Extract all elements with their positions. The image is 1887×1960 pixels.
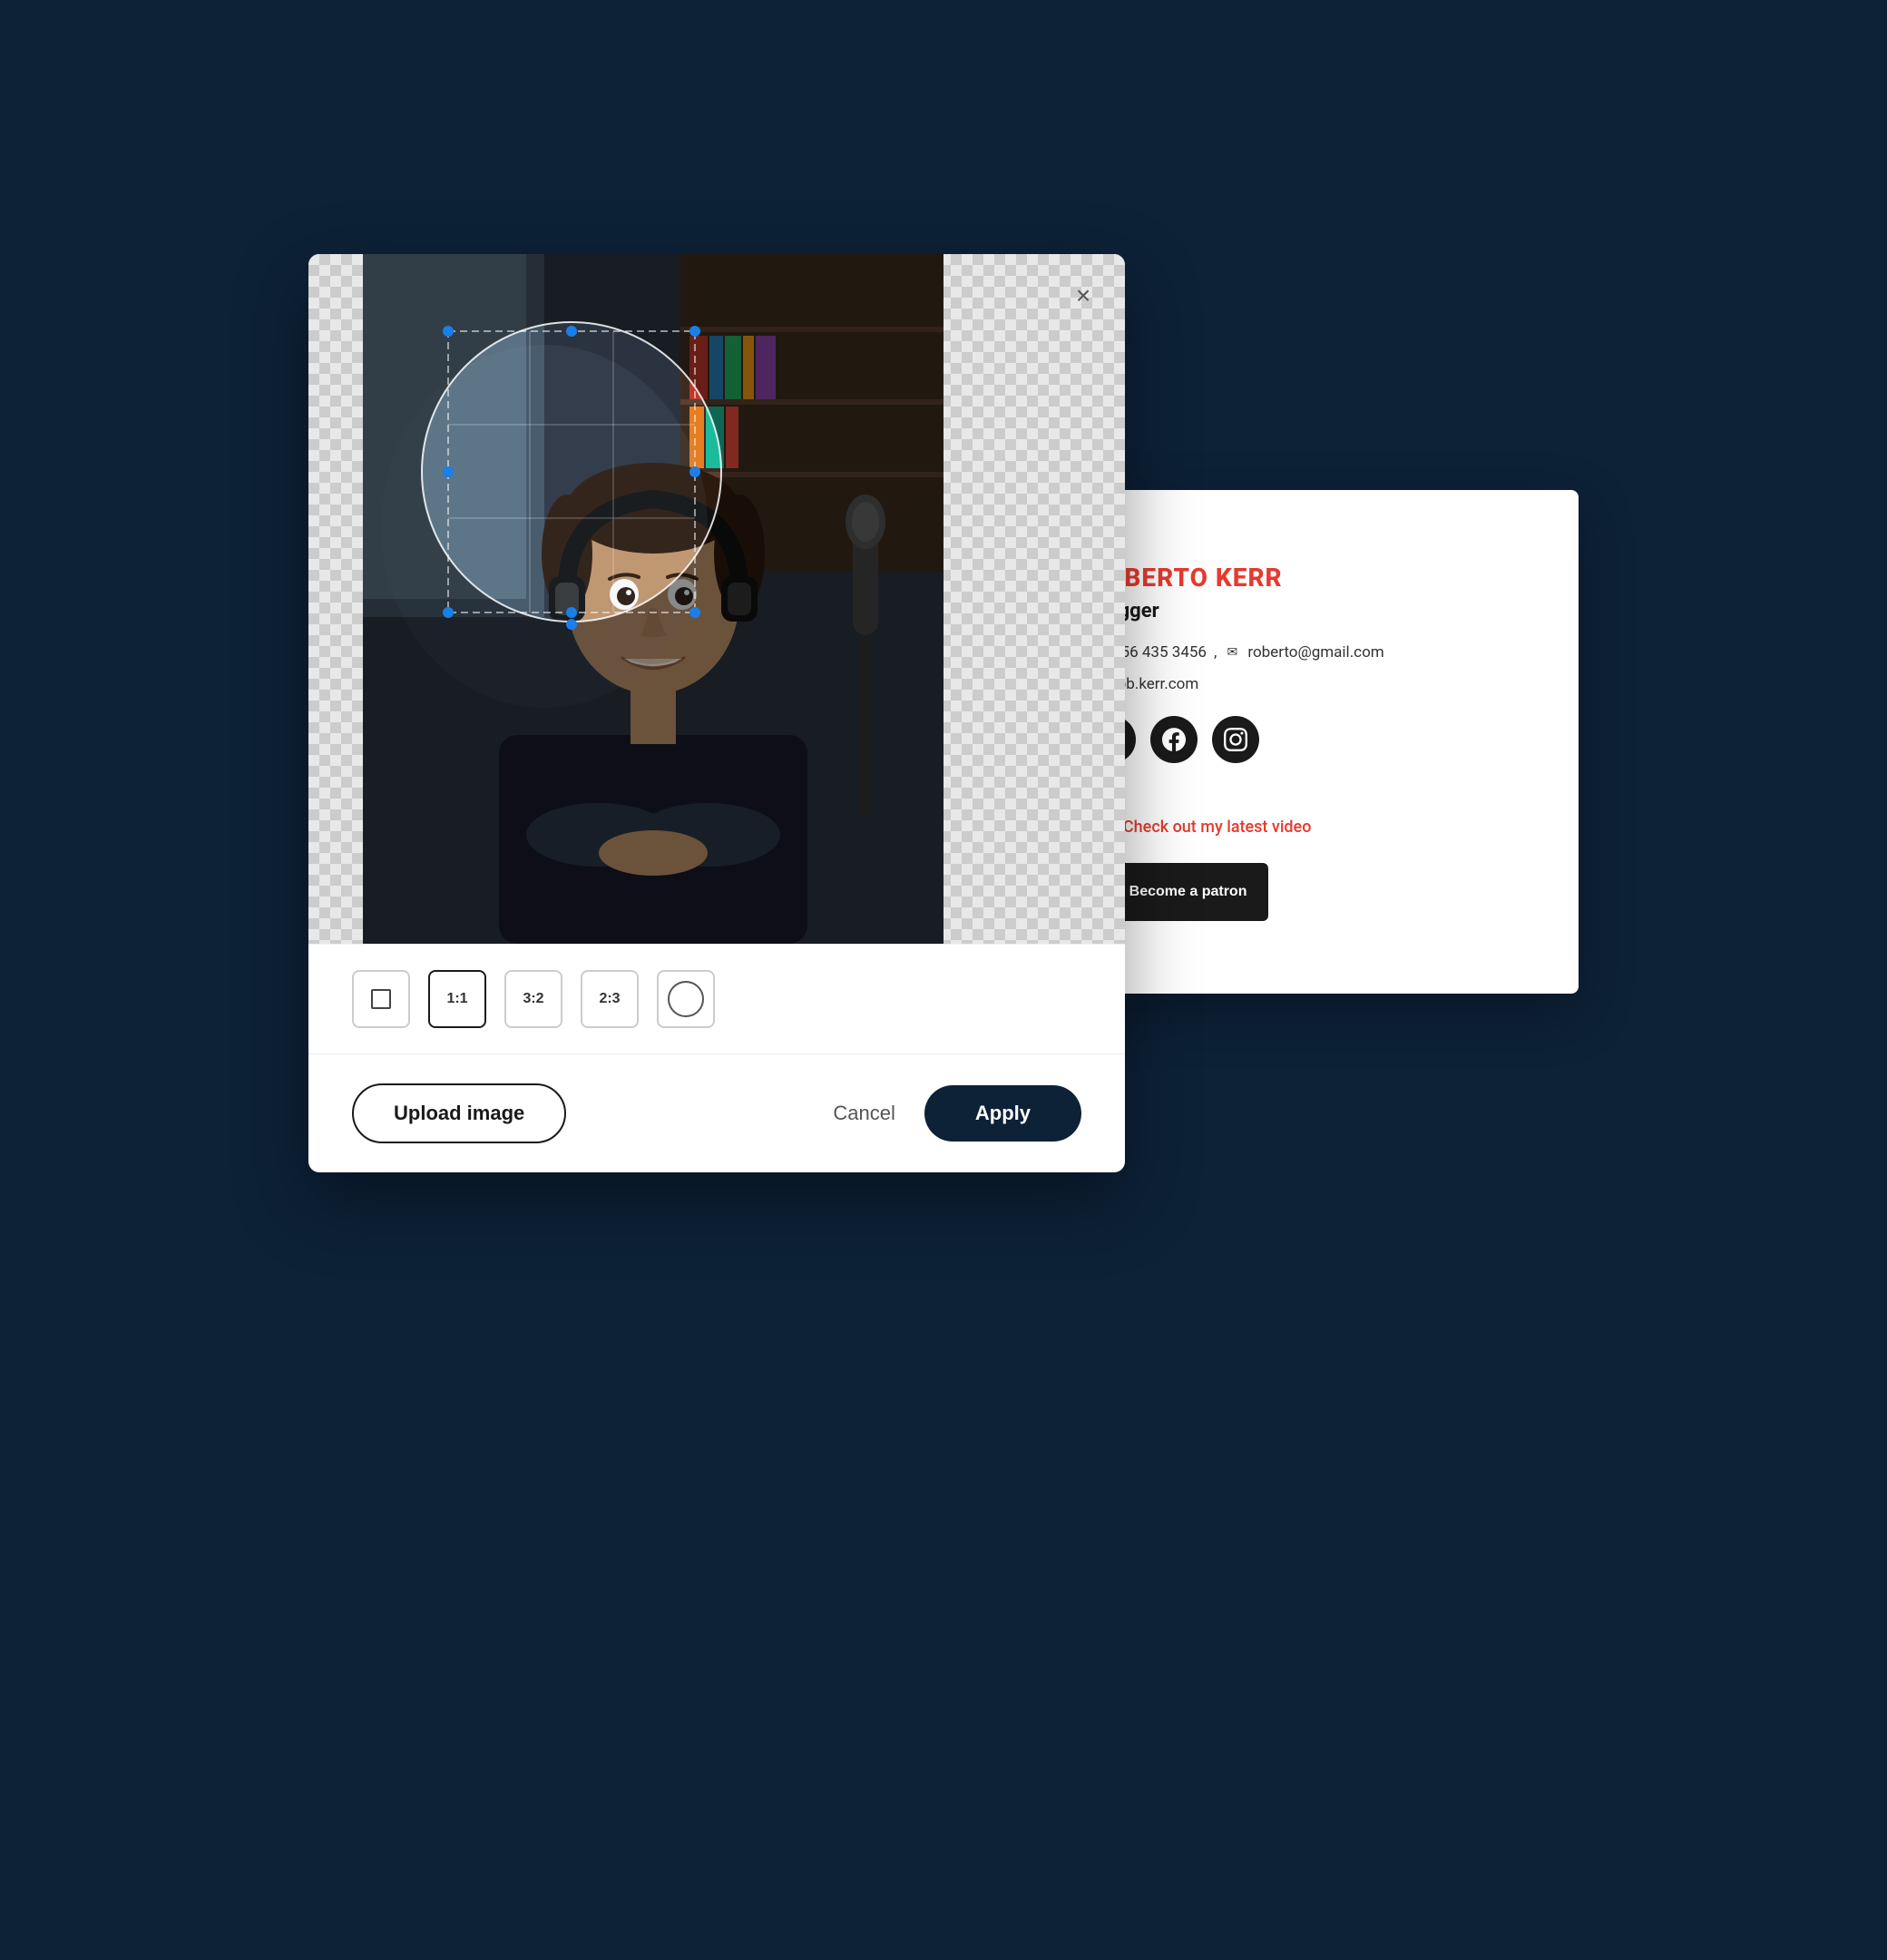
sig-website: rob.kerr.com — [1112, 671, 1198, 699]
instagram-button[interactable] — [1212, 716, 1259, 763]
ratio-2-3-button[interactable]: 2:3 — [581, 970, 639, 1028]
apply-button[interactable]: Apply — [924, 1085, 1081, 1142]
free-crop-button[interactable] — [352, 970, 410, 1028]
facebook-button[interactable] — [1150, 716, 1198, 763]
sig-website-line: 🌐 rob.kerr.com — [1089, 671, 1524, 699]
ratio-1-1-button[interactable]: 1:1 — [428, 970, 486, 1028]
editor-image-area[interactable] — [308, 254, 1125, 944]
ratio-2-3-label: 2:3 — [599, 991, 620, 1007]
circle-crop-button[interactable] — [657, 970, 715, 1028]
cancel-button[interactable]: Cancel — [833, 1102, 895, 1125]
sig-name: ROBERTO KERR — [1089, 563, 1524, 593]
sig-phone-line: 📞 456 435 3456, ✉ roberto@gmail.com — [1089, 639, 1524, 667]
ratio-3-2-button[interactable]: 3:2 — [504, 970, 562, 1028]
subscribe-link[interactable]: Check out my latest video — [1123, 818, 1311, 837]
sig-email: roberto@gmail.com — [1247, 639, 1383, 667]
upload-image-button[interactable]: Upload image — [352, 1083, 566, 1143]
sig-phone: 456 435 3456 — [1112, 639, 1207, 667]
footer-right-actions: Cancel Apply — [833, 1085, 1081, 1142]
close-button[interactable]: × — [1063, 276, 1103, 316]
circle-icon — [668, 981, 704, 1017]
ratio-1-1-label: 1:1 — [446, 991, 467, 1007]
patreon-label: Become a patron — [1129, 884, 1247, 900]
editor-toolbar: 1:1 3:2 2:3 — [308, 944, 1125, 1054]
photo-svg — [363, 254, 944, 944]
sig-contact: 📞 456 435 3456, ✉ roberto@gmail.com 🌐 ro… — [1089, 639, 1524, 698]
sig-social — [1089, 716, 1524, 763]
editor-modal: × — [308, 254, 1125, 1172]
photo-wrapper — [363, 254, 944, 944]
sig-info: ROBERTO KERR Vlogger 📞 456 435 3456, ✉ r… — [1089, 563, 1524, 785]
editor-footer: Upload image Cancel Apply — [308, 1054, 1125, 1172]
ratio-3-2-label: 3:2 — [523, 991, 543, 1007]
sig-title: Vlogger — [1089, 600, 1524, 622]
email-icon: ✉ — [1224, 644, 1240, 661]
main-container: ROBERTO KERR Vlogger 📞 456 435 3456, ✉ r… — [308, 254, 1579, 1706]
